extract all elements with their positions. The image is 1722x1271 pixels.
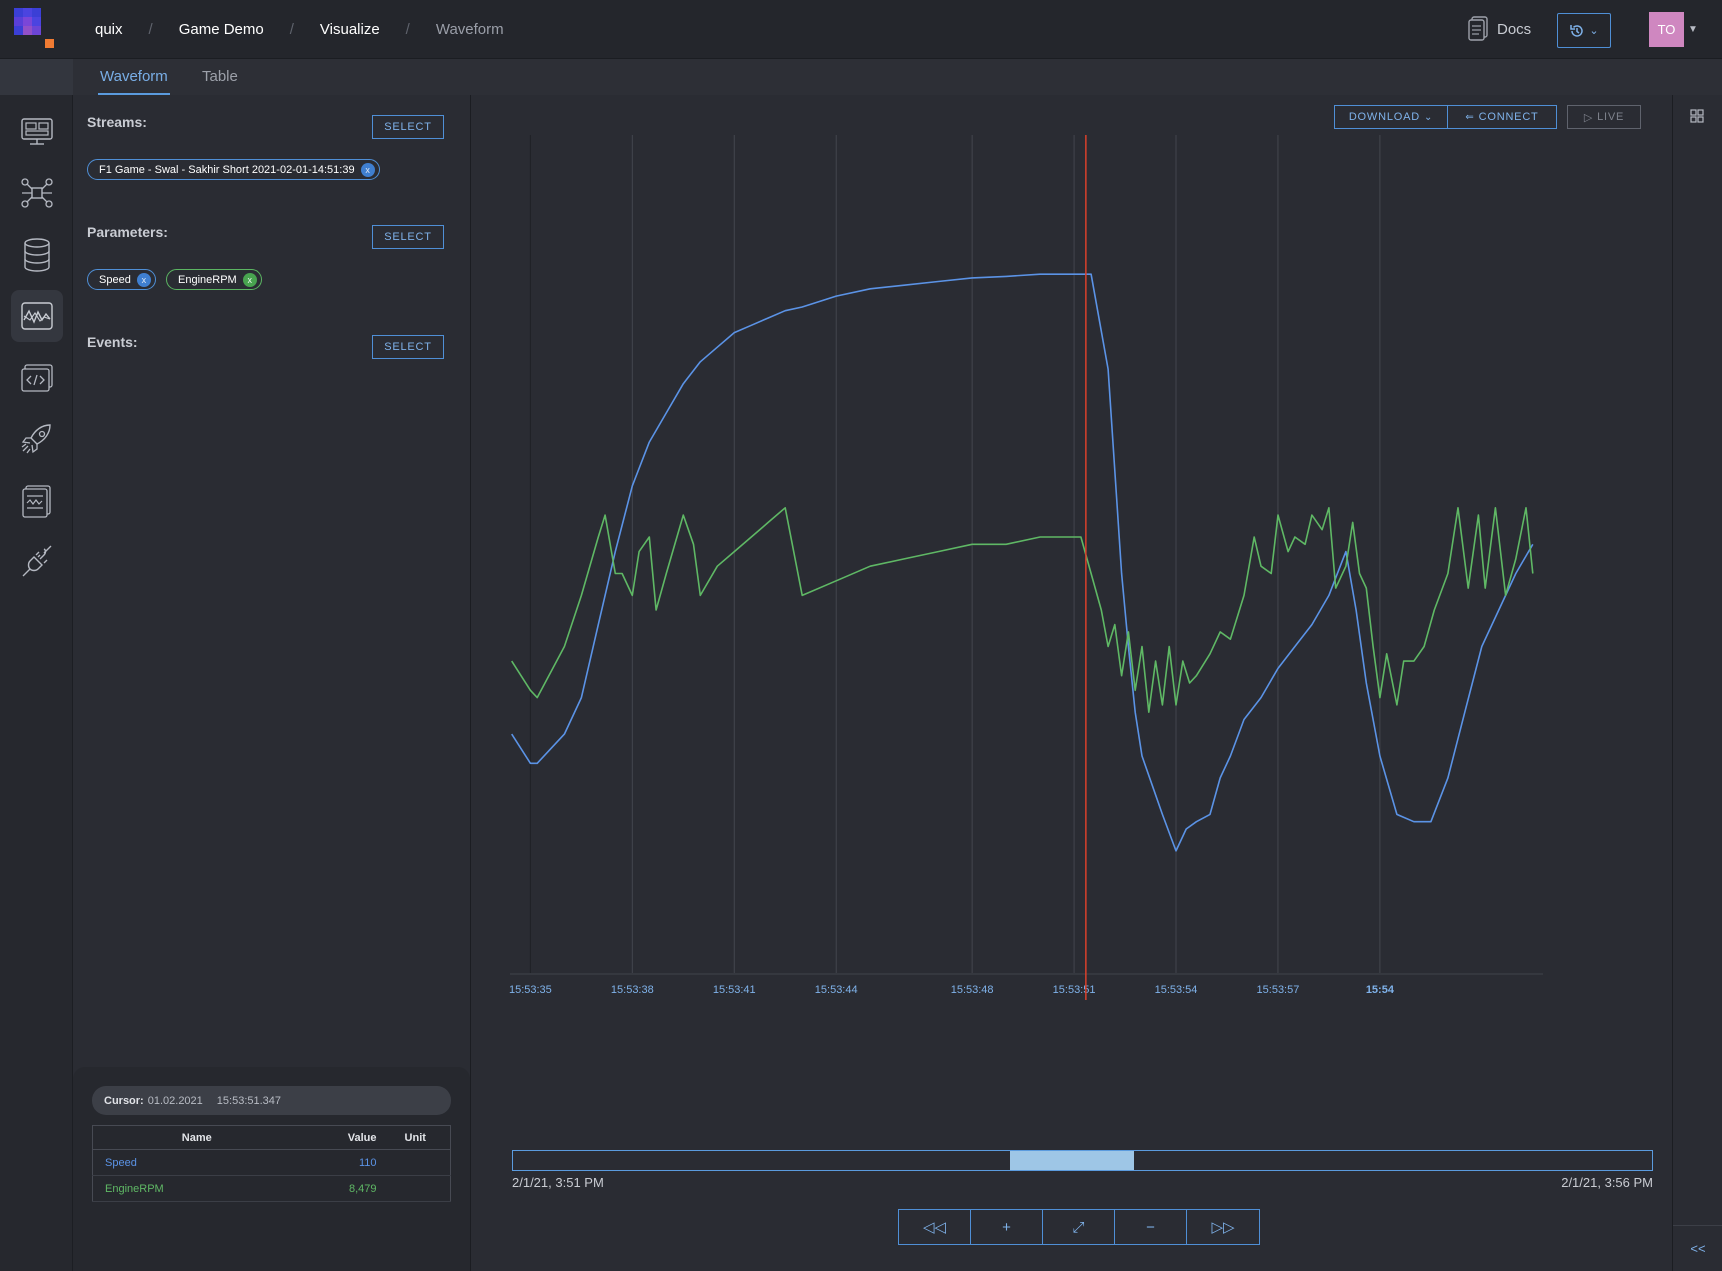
cursor-time-pill: Cursor: 01.02.2021 15:53:51.347: [92, 1086, 451, 1115]
cursor-date: 01.02.2021: [147, 1094, 203, 1107]
column-header-value: Value: [300, 1125, 381, 1150]
database-icon[interactable]: [11, 229, 63, 281]
breadcrumb-separator: /: [289, 21, 294, 38]
range-end-label: 2/1/21, 3:56 PM: [1561, 1175, 1653, 1190]
waveform-icon[interactable]: [11, 290, 63, 342]
x-tick-label: 15:53:48: [951, 984, 994, 996]
breadcrumb-separator: /: [148, 21, 153, 38]
view-tabs: Waveform Table: [73, 59, 1722, 95]
dashboard-icon[interactable]: [11, 106, 63, 158]
breadcrumb: quix / Game Demo / Visualize / Waveform: [95, 0, 504, 59]
topology-icon[interactable]: [11, 167, 63, 219]
time-range-selection[interactable]: [1009, 1151, 1134, 1170]
breadcrumb-project[interactable]: Game Demo: [179, 21, 264, 38]
streams-title: Streams:: [87, 114, 147, 130]
x-tick-label: 15:53:35: [509, 984, 552, 996]
collapse-panel-button[interactable]: <<: [1673, 1225, 1722, 1271]
breadcrumb-section[interactable]: Visualize: [320, 21, 380, 38]
avatar[interactable]: TO: [1649, 12, 1684, 47]
table-header-row: Name Value Unit: [92, 1125, 451, 1150]
top-bar: quix / Game Demo / Visualize / Waveform …: [0, 0, 1722, 59]
cursor-time: 15:53:51.347: [216, 1094, 282, 1107]
x-tick-label: 15:53:44: [815, 984, 858, 996]
x-tick-label: 15:53:51: [1053, 984, 1096, 996]
breadcrumb-separator: /: [405, 21, 410, 38]
tab-waveform[interactable]: Waveform: [98, 59, 170, 95]
waveform-area: DOWNLOAD ⌄ ⇐ CONNECT ▷ LIVE 15:53:35 15:5…: [471, 95, 1672, 1271]
cursor-readout: Cursor: 01.02.2021 15:53:51.347 Name Val…: [73, 1067, 470, 1271]
fast-forward-icon[interactable]: ▷▷: [1187, 1210, 1259, 1244]
cursor-values-table: Name Value Unit Speed 110 EngineRPM 8,47…: [92, 1125, 451, 1202]
parameters-title: Parameters:: [87, 224, 168, 240]
waveform-chart[interactable]: 15:53:35 15:53:38 15:53:41 15:53:44 15:53:48…: [471, 95, 1672, 1055]
row-value: 110: [300, 1149, 381, 1176]
streams-select-button[interactable]: SELECT: [372, 115, 444, 139]
parameter-chip-label: EngineRPM: [178, 273, 237, 286]
remove-stream-icon[interactable]: x: [360, 162, 375, 177]
x-tick-label: 15:53:38: [611, 984, 654, 996]
parameter-chip-label: Speed: [99, 273, 131, 286]
code-icon[interactable]: [11, 352, 63, 404]
tab-table[interactable]: Table: [202, 59, 238, 95]
stream-chip-label: F1 Game - Swal - Sakhir Short 2021-02-01…: [99, 163, 355, 176]
row-unit: [380, 1149, 451, 1176]
chevron-down-icon: ⌄: [1589, 25, 1599, 37]
row-name: EngineRPM: [92, 1175, 301, 1202]
remove-parameter-icon[interactable]: x: [242, 272, 257, 287]
right-rail: <<: [1672, 95, 1722, 1271]
column-header-unit: Unit: [380, 1125, 451, 1150]
events-select-button[interactable]: SELECT: [372, 335, 444, 359]
deploy-rocket-icon[interactable]: [11, 413, 63, 465]
parameter-chip-speed[interactable]: Speed x: [87, 269, 156, 290]
zoom-out-icon[interactable]: −: [1115, 1210, 1187, 1244]
x-tick-label: 15:54: [1366, 984, 1395, 996]
x-tick-label: 15:53:54: [1155, 984, 1198, 996]
breadcrumb-workspace[interactable]: quix: [95, 21, 123, 38]
parameter-chip-enginerpm[interactable]: EngineRPM x: [166, 269, 262, 290]
fit-icon[interactable]: ⤢: [1043, 1210, 1115, 1244]
parameters-select-button[interactable]: SELECT: [372, 225, 444, 249]
breadcrumb-current: Waveform: [435, 21, 504, 38]
config-panel: Streams: SELECT F1 Game - Swal - Sakhir …: [73, 95, 471, 1271]
x-tick-label: 15:53:57: [1257, 984, 1300, 996]
table-row: Speed 110: [92, 1149, 451, 1176]
chevron-down-icon[interactable]: ▼: [1688, 24, 1698, 35]
row-value: 8,479: [300, 1175, 381, 1202]
quix-logo-icon[interactable]: [14, 8, 56, 50]
stream-chip[interactable]: F1 Game - Swal - Sakhir Short 2021-02-01…: [87, 159, 380, 180]
history-icon: [1570, 24, 1584, 37]
docs-label: Docs: [1497, 20, 1532, 38]
nav-header-strip: [0, 59, 73, 95]
monitor-icon[interactable]: [11, 475, 63, 527]
range-start-label: 2/1/21, 3:51 PM: [512, 1175, 604, 1190]
connector-icon[interactable]: [11, 536, 63, 588]
cursor-label: Cursor:: [104, 1094, 144, 1107]
left-nav: [0, 59, 73, 1271]
time-range-navigator[interactable]: [512, 1150, 1653, 1171]
row-name: Speed: [92, 1149, 301, 1176]
grid-layout-icon[interactable]: [1690, 109, 1704, 123]
zoom-controls: ◁◁ + ⤢ − ▷▷: [898, 1209, 1260, 1245]
remove-parameter-icon[interactable]: x: [136, 272, 151, 287]
history-button[interactable]: ⌄: [1557, 13, 1611, 48]
rewind-icon[interactable]: ◁◁: [899, 1210, 971, 1244]
column-header-name: Name: [92, 1125, 301, 1150]
zoom-in-icon[interactable]: +: [971, 1210, 1043, 1244]
row-unit: [380, 1175, 451, 1202]
table-row: EngineRPM 8,479: [92, 1175, 451, 1202]
events-title: Events:: [87, 334, 138, 350]
document-icon: [1468, 16, 1488, 41]
docs-link[interactable]: Docs: [1467, 16, 1531, 42]
x-tick-label: 15:53:41: [713, 984, 756, 996]
